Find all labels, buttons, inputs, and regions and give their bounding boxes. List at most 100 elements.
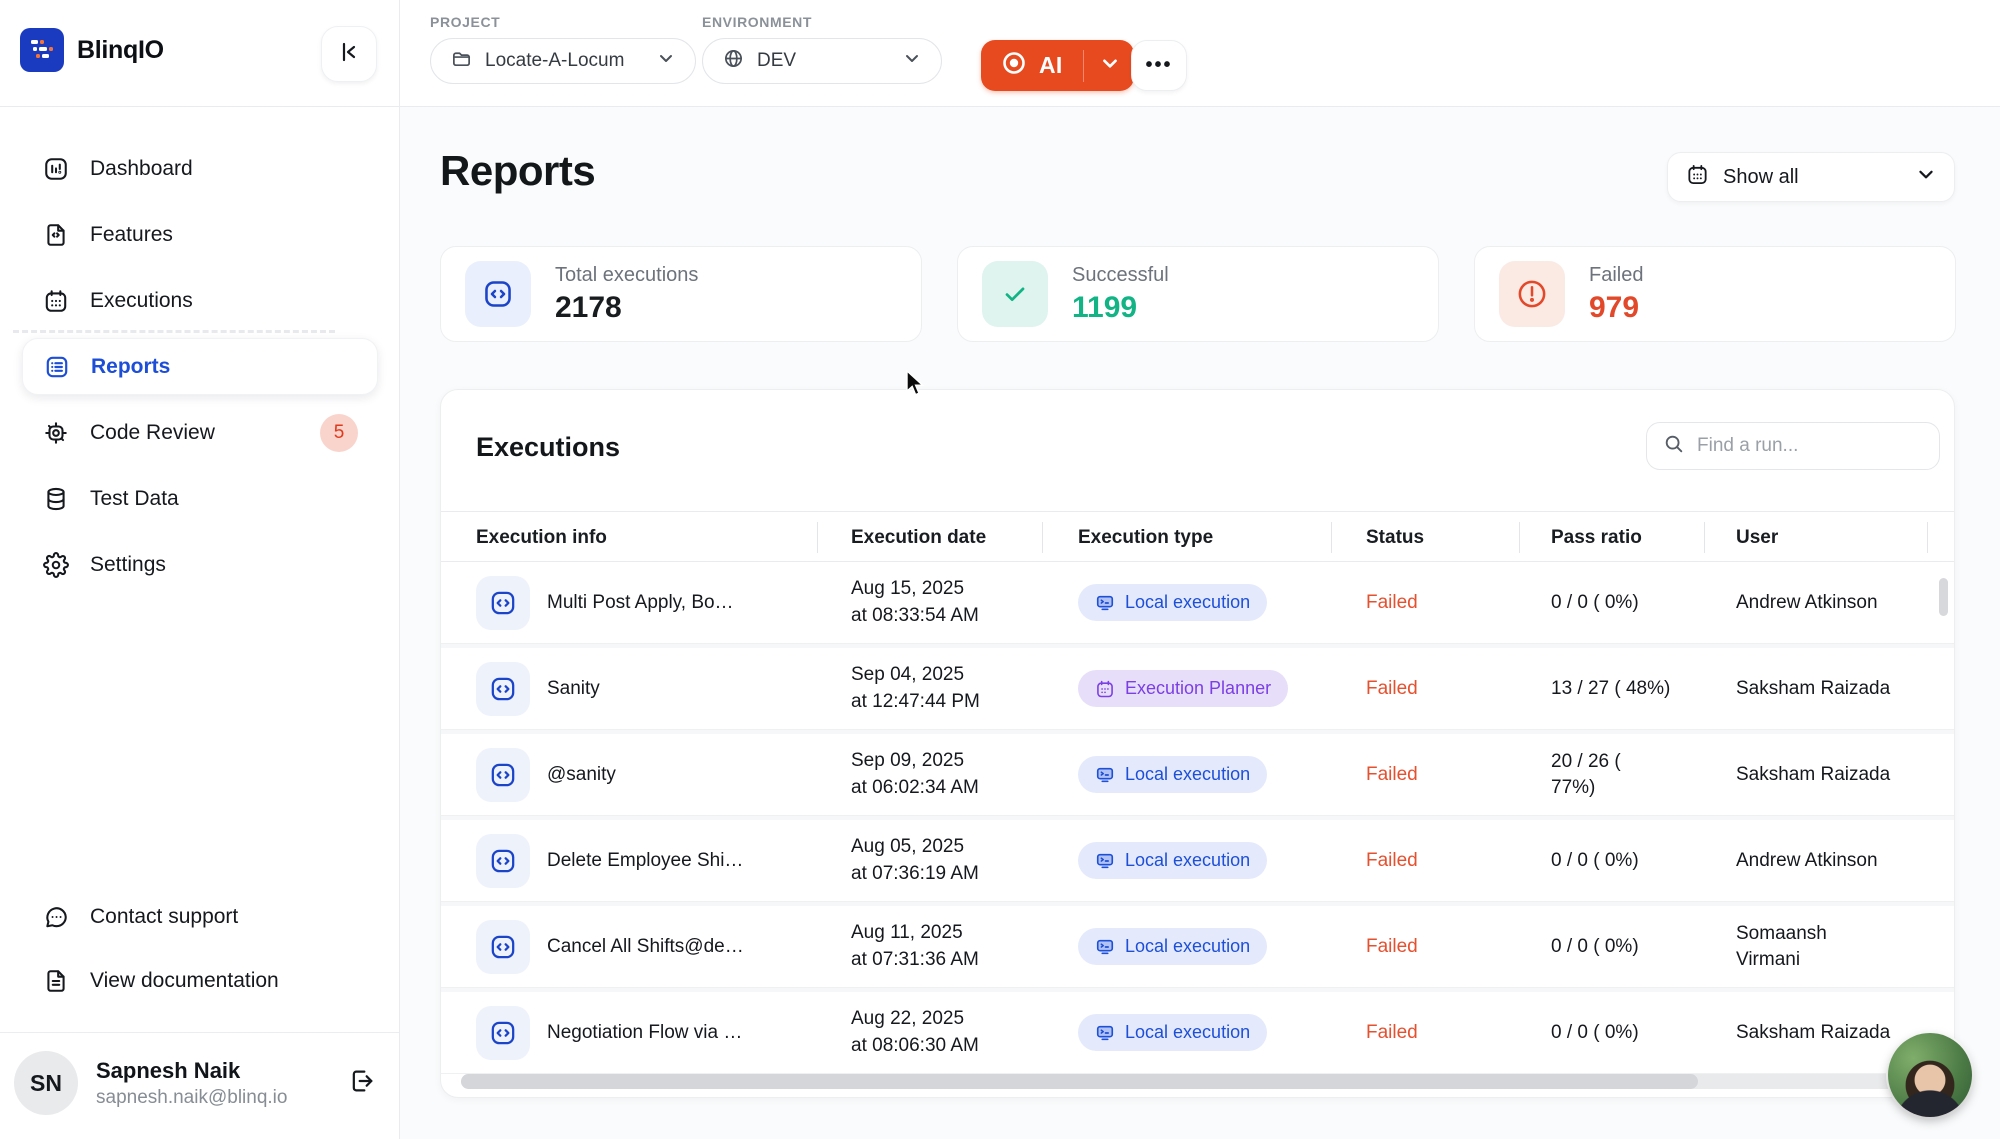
find-run-search[interactable] <box>1646 422 1940 470</box>
execution-code-icon <box>476 1006 530 1060</box>
sidebar-item-test-data[interactable]: Test Data <box>22 470 378 527</box>
user-account-row[interactable]: SN Sapnesh Naik sapnesh.naik@blinq.io <box>14 1051 388 1115</box>
sidebar-item-label: Features <box>90 223 173 247</box>
execution-time: at 07:36:19 AM <box>851 861 979 888</box>
code-brackets-icon <box>465 261 531 327</box>
execution-time: at 08:06:30 AM <box>851 1033 979 1060</box>
execution-date: Aug 22, 2025 <box>851 1006 979 1033</box>
column-header-execution-date: Execution date <box>817 512 1042 563</box>
collapse-icon <box>338 41 360 68</box>
chevron-down-icon[interactable] <box>1100 53 1120 78</box>
stat-text: Total executions 2178 <box>555 264 698 325</box>
column-header-spacer <box>1927 512 1955 563</box>
view-documentation-link[interactable]: View documentation <box>22 953 378 1009</box>
stat-value: 979 <box>1589 291 1643 325</box>
horizontal-scrollbar[interactable] <box>461 1074 1934 1089</box>
execution-type-label: Execution Planner <box>1125 678 1271 699</box>
page-title: Reports <box>440 147 595 195</box>
bar-chart-icon <box>42 155 70 183</box>
sidebar-item-reports[interactable]: Reports <box>22 338 378 395</box>
view-documentation-label: View documentation <box>90 969 279 993</box>
table-row[interactable]: Sanity Sep 04, 2025at 12:47:44 PM Execut… <box>441 648 1954 730</box>
cpu-chip-icon <box>42 419 70 447</box>
globe-icon <box>723 48 744 75</box>
brand-logo: BlinqIO <box>20 28 164 72</box>
terminal-icon <box>1095 937 1115 957</box>
user-email: sapnesh.naik@blinq.io <box>96 1087 287 1109</box>
gear-icon <box>42 551 70 579</box>
sidebar-item-settings[interactable]: Settings <box>22 536 378 593</box>
user-name: Sapnesh Naik <box>96 1058 287 1084</box>
column-header-status: Status <box>1331 512 1519 563</box>
execution-date: Sep 04, 2025 <box>851 662 980 689</box>
terminal-icon <box>1095 593 1115 613</box>
sidebar-collapse-button[interactable] <box>321 26 377 82</box>
execution-time: at 08:33:54 AM <box>851 603 979 630</box>
more-options-button[interactable]: ••• <box>1131 40 1187 91</box>
execution-date: Aug 11, 2025 <box>851 920 979 947</box>
pass-ratio: 20 / 26 ( 77%) <box>1519 749 1704 800</box>
execution-time: at 06:02:34 AM <box>851 775 979 802</box>
stat-text: Failed 979 <box>1589 264 1643 325</box>
stat-label: Failed <box>1589 264 1643 287</box>
ai-button-label: AI <box>1039 52 1063 79</box>
environment-label: ENVIRONMENT <box>702 14 942 30</box>
sidebar-item-features[interactable]: Features <box>22 206 378 263</box>
document-icon <box>42 967 70 995</box>
sidebar-item-dashboard[interactable]: Dashboard <box>22 140 378 197</box>
blinqio-logo-icon <box>20 28 64 72</box>
stat-label: Successful <box>1072 264 1169 287</box>
sidebar-footer: Contact support View documentation <box>22 889 378 1017</box>
execution-date: Sep 09, 2025 <box>851 748 979 775</box>
table-row[interactable]: @sanity Sep 09, 2025at 06:02:34 AM Local… <box>441 734 1954 816</box>
chevron-down-icon <box>903 49 921 73</box>
sidebar-item-label: Executions <box>90 289 193 313</box>
project-dropdown[interactable]: Locate-A-Locum <box>430 38 696 84</box>
assistant-video-avatar[interactable] <box>1888 1033 1972 1117</box>
pass-ratio: 13 / 27 ( 48%) <box>1519 676 1704 702</box>
column-header-pass-ratio: Pass ratio <box>1519 512 1704 563</box>
horizontal-scrollbar-thumb[interactable] <box>461 1074 1698 1089</box>
sidebar-item-code-review[interactable]: Code Review 5 <box>22 404 378 461</box>
environment-dropdown[interactable]: DEV <box>702 38 942 84</box>
chevron-down-icon <box>657 49 675 73</box>
vertical-scrollbar-thumb[interactable] <box>1939 578 1948 616</box>
calendar-icon <box>42 287 70 315</box>
button-divider <box>1083 50 1084 82</box>
date-filter-dropdown[interactable]: Show all <box>1667 152 1955 202</box>
search-input[interactable] <box>1697 435 1897 457</box>
execution-time: at 12:47:44 PM <box>851 689 980 716</box>
stat-value: 1199 <box>1072 291 1169 325</box>
sidebar-item-label: Code Review <box>90 421 215 445</box>
table-row[interactable]: Negotiation Flow via … Aug 22, 2025at 08… <box>441 992 1954 1074</box>
logout-button[interactable] <box>348 1067 376 1100</box>
execution-code-icon <box>476 920 530 974</box>
check-icon <box>982 261 1048 327</box>
code-review-count-badge: 5 <box>320 414 358 452</box>
project-label: PROJECT <box>430 14 696 30</box>
pass-ratio: 0 / 0 ( 0%) <box>1519 590 1704 616</box>
sidebar-item-label: Reports <box>91 355 170 379</box>
execution-name: Delete Employee Shi… <box>547 850 743 872</box>
execution-status: Failed <box>1331 936 1519 958</box>
sidebar-nav: Dashboard Features Executions <box>22 140 378 602</box>
execution-status: Failed <box>1331 850 1519 872</box>
contact-support-link[interactable]: Contact support <box>22 889 378 945</box>
table-row[interactable]: Cancel All Shifts@de… Aug 11, 2025at 07:… <box>441 906 1954 988</box>
execution-code-icon <box>476 748 530 802</box>
table-row[interactable]: Delete Employee Shi… Aug 05, 2025at 07:3… <box>441 820 1954 902</box>
execution-name: Multi Post Apply, Bo… <box>547 592 734 614</box>
execution-status: Failed <box>1331 678 1519 700</box>
execution-type-badge: Local execution <box>1078 584 1267 621</box>
stat-text: Successful 1199 <box>1072 264 1169 325</box>
ai-record-button[interactable]: AI <box>981 40 1134 91</box>
main-content: Reports Show all Tota <box>400 107 2000 1139</box>
executions-card: Executions Execution info Execution date… <box>440 389 1955 1098</box>
contact-support-label: Contact support <box>90 905 238 929</box>
user-identity: Sapnesh Naik sapnesh.naik@blinq.io <box>96 1058 287 1109</box>
stat-card-total-executions: Total executions 2178 <box>440 246 922 342</box>
stat-label: Total executions <box>555 264 698 287</box>
execution-user: Saksham Raizada <box>1704 1020 1927 1046</box>
table-row[interactable]: Multi Post Apply, Bo… Aug 15, 2025at 08:… <box>441 562 1954 644</box>
sidebar-item-executions[interactable]: Executions <box>22 272 378 329</box>
